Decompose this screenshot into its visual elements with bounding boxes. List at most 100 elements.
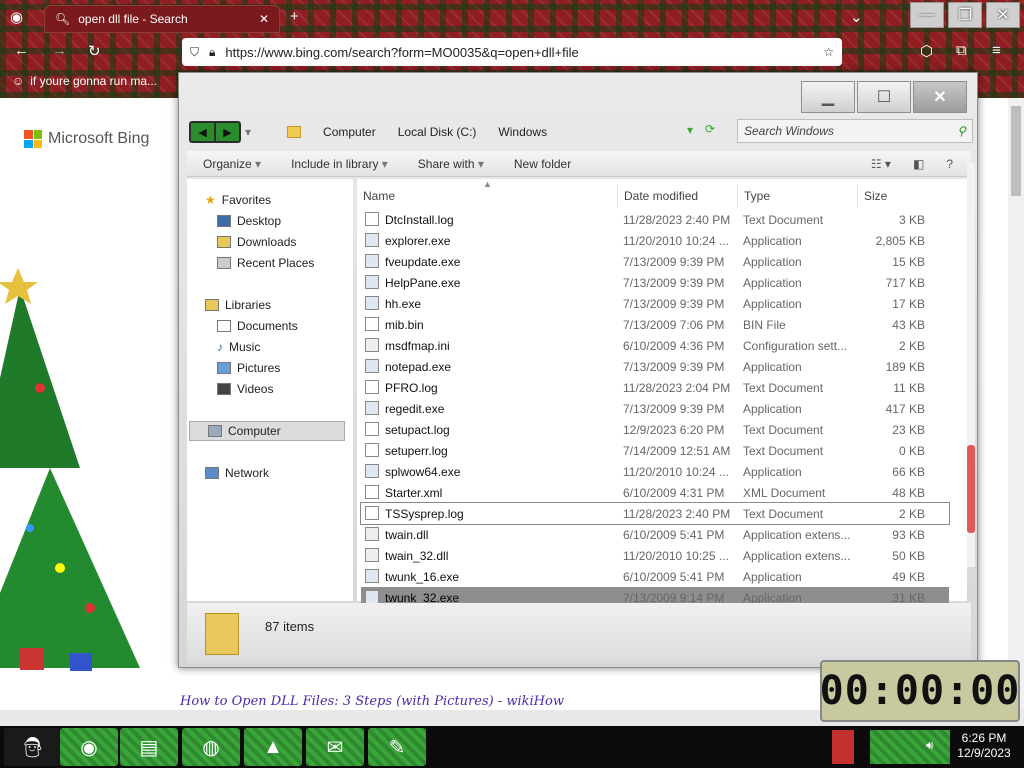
new-tab-button[interactable]: + — [290, 8, 299, 25]
column-divider[interactable] — [617, 185, 618, 207]
explorer-maximize-button[interactable]: ☐ — [857, 81, 911, 113]
extensions-icon[interactable]: ⧉ — [956, 42, 967, 59]
file-date: 11/20/2010 10:24 ... — [623, 234, 729, 248]
table-row[interactable]: notepad.exe 7/13/2009 9:39 PM Application 1… — [361, 356, 949, 377]
preview-pane-icon[interactable]: ◧ — [913, 157, 924, 171]
table-row[interactable]: splwow64.exe 11/20/2010 10:24 ... Applicat… — [361, 461, 949, 482]
nav-recent-places[interactable]: Recent Places — [217, 256, 314, 270]
column-header-size[interactable]: Size — [864, 189, 887, 203]
table-row[interactable]: mib.bin 7/13/2009 7:06 PM BIN File 43 KB — [361, 314, 949, 335]
star-icon: ★ — [205, 193, 216, 207]
nav-downloads[interactable]: Downloads — [217, 235, 296, 249]
explorer-back-button[interactable]: ◀ — [191, 123, 214, 141]
column-header-type[interactable]: Type — [744, 189, 770, 203]
include-in-library-button[interactable]: Include in library — [291, 157, 388, 171]
breadcrumb-local-disk[interactable]: Local Disk (C:) — [398, 125, 477, 139]
url-text[interactable]: https://www.bing.com/search?form=MO0035&… — [225, 45, 813, 60]
view-options-icon[interactable]: ☷ ▾ — [871, 157, 891, 171]
file-type: Application — [743, 570, 802, 584]
breadcrumb-computer[interactable]: Computer — [323, 125, 376, 139]
table-row[interactable]: TSSysprep.log 11/28/2023 2:40 PM Text Docu… — [360, 502, 950, 525]
scrollbar-thumb[interactable] — [1011, 106, 1021, 196]
taskbar-explorer-icon[interactable]: ▤ — [120, 728, 178, 766]
table-row[interactable]: twain_32.dll 11/20/2010 10:25 ... Applicat… — [361, 545, 949, 566]
bookmark-item[interactable]: ☺ if youre gonna run ma... — [12, 74, 157, 88]
table-row[interactable]: twain.dll 6/10/2009 5:41 PM Application ex… — [361, 524, 949, 545]
organize-button[interactable]: Organize — [203, 157, 261, 171]
nav-music[interactable]: ♪ Music — [217, 340, 260, 354]
taskbar-clock[interactable]: 6:26 PM 12/9/2023 — [952, 731, 1016, 761]
table-row[interactable]: hh.exe 7/13/2009 9:39 PM Application 17 KB — [361, 293, 949, 314]
forward-button[interactable]: → — [52, 42, 67, 59]
nav-pictures[interactable]: Pictures — [217, 361, 280, 375]
firefox-menu-icon[interactable]: ◉ — [10, 8, 23, 26]
nav-documents[interactable]: Documents — [217, 319, 298, 333]
column-divider[interactable] — [857, 185, 858, 207]
page-vertical-scrollbar[interactable] — [1008, 98, 1024, 710]
file-icon — [365, 548, 379, 562]
minimize-button[interactable]: — — [910, 2, 944, 28]
breadcrumb-windows[interactable]: Windows — [498, 125, 547, 139]
refresh-icon[interactable]: ⟳ — [705, 122, 715, 136]
nav-libraries[interactable]: Libraries — [205, 298, 271, 312]
shield-icon[interactable]: ⛉ — [190, 45, 199, 60]
help-icon[interactable]: ? — [946, 157, 953, 171]
browser-tab[interactable]: 🔍︎ open dll file - Search ✕ — [44, 5, 280, 33]
star-icon[interactable]: ☆ — [823, 45, 834, 59]
table-row[interactable]: msdfmap.ini 6/10/2009 4:36 PM Configuratio… — [361, 335, 949, 356]
restore-button[interactable]: ❐ — [948, 2, 982, 28]
column-header-name[interactable]: Name — [363, 189, 395, 203]
nav-favorites[interactable]: ★ Favorites — [205, 193, 271, 207]
nav-desktop[interactable]: Desktop — [217, 214, 281, 228]
recent-pages-chevron-icon[interactable]: ▾ — [245, 125, 251, 139]
search-input[interactable]: Search Windows ⚲ — [737, 119, 973, 143]
file-list-scrollbar[interactable] — [967, 163, 975, 567]
explorer-minimize-button[interactable]: ▁ — [801, 81, 855, 113]
taskbar-christmas-tree-icon[interactable]: ▲ — [244, 728, 302, 766]
table-row[interactable]: PFRO.log 11/28/2023 2:04 PM Text Document 1… — [361, 377, 949, 398]
table-row[interactable]: setuperr.log 7/14/2009 12:51 AM Text Docum… — [361, 440, 949, 461]
show-desktop-button[interactable] — [832, 730, 854, 764]
search-icon[interactable]: ⚲ — [957, 124, 966, 138]
search-result-link[interactable]: How to Open DLL Files: 3 Steps (with Pic… — [180, 694, 564, 709]
reload-button[interactable]: ↻ — [88, 42, 101, 60]
table-row[interactable]: HelpPane.exe 7/13/2009 9:39 PM Application… — [361, 272, 949, 293]
back-button[interactable]: ← — [14, 42, 29, 59]
table-row[interactable]: setupact.log 12/9/2023 6:20 PM Text Docume… — [361, 419, 949, 440]
explorer-close-button[interactable]: ✕ — [913, 81, 967, 113]
pocket-icon[interactable]: ⬡ — [920, 42, 933, 60]
taskbar-messenger-icon[interactable]: ✉ — [306, 728, 364, 766]
lock-icon[interactable]: 🔒︎ — [209, 45, 215, 60]
share-with-button[interactable]: Share with — [418, 157, 484, 171]
table-row[interactable]: DtcInstall.log 11/28/2023 2:40 PM Text Doc… — [361, 209, 949, 230]
taskbar-chrome-icon[interactable]: ◍ — [182, 728, 240, 766]
explorer-forward-button[interactable]: ▶ — [216, 123, 239, 141]
nav-network[interactable]: Network — [205, 466, 269, 480]
start-button[interactable]: 🎅︎ — [4, 728, 62, 766]
tab-list-chevron-icon[interactable]: ⌄ — [850, 8, 863, 26]
file-size: 2 KB — [898, 507, 925, 521]
close-window-button[interactable]: ✕ — [986, 2, 1020, 28]
file-list-scrollbar-thumb[interactable] — [967, 445, 975, 533]
stopwatch-widget[interactable]: 00:00:00 — [820, 660, 1020, 722]
nav-videos[interactable]: Videos — [217, 382, 273, 396]
column-divider[interactable] — [737, 185, 738, 207]
hamburger-menu-icon[interactable]: ≡ — [992, 42, 1001, 59]
column-header-date[interactable]: Date modified — [624, 189, 698, 203]
new-folder-button[interactable]: New folder — [514, 157, 571, 171]
address-dropdown-icon[interactable]: ▾ — [687, 123, 693, 137]
taskbar-firefox-icon[interactable]: ◉ — [60, 728, 118, 766]
taskbar-notepad-icon[interactable]: ✎ — [368, 728, 426, 766]
bing-logo[interactable]: Microsoft Bing — [24, 130, 149, 148]
table-row[interactable]: regedit.exe 7/13/2009 9:39 PM Application 4… — [361, 398, 949, 419]
url-bar[interactable]: ⛉ 🔒︎ https://www.bing.com/search?form=MO… — [182, 38, 842, 66]
table-row[interactable]: Starter.xml 6/10/2009 4:31 PM XML Document… — [361, 482, 949, 503]
nav-computer[interactable]: Computer — [189, 421, 345, 441]
table-row[interactable]: explorer.exe 11/20/2010 10:24 ... Applicat… — [361, 230, 949, 251]
table-row[interactable]: twunk_16.exe 6/10/2009 5:41 PM Application… — [361, 566, 949, 587]
volume-icon[interactable]: 🔊︎ — [926, 738, 934, 753]
file-name: hh.exe — [385, 297, 422, 311]
close-tab-icon[interactable]: ✕ — [259, 12, 269, 26]
table-row[interactable]: fveupdate.exe 7/13/2009 9:39 PM Applicatio… — [361, 251, 949, 272]
file-date: 6/10/2009 5:41 PM — [623, 528, 725, 542]
